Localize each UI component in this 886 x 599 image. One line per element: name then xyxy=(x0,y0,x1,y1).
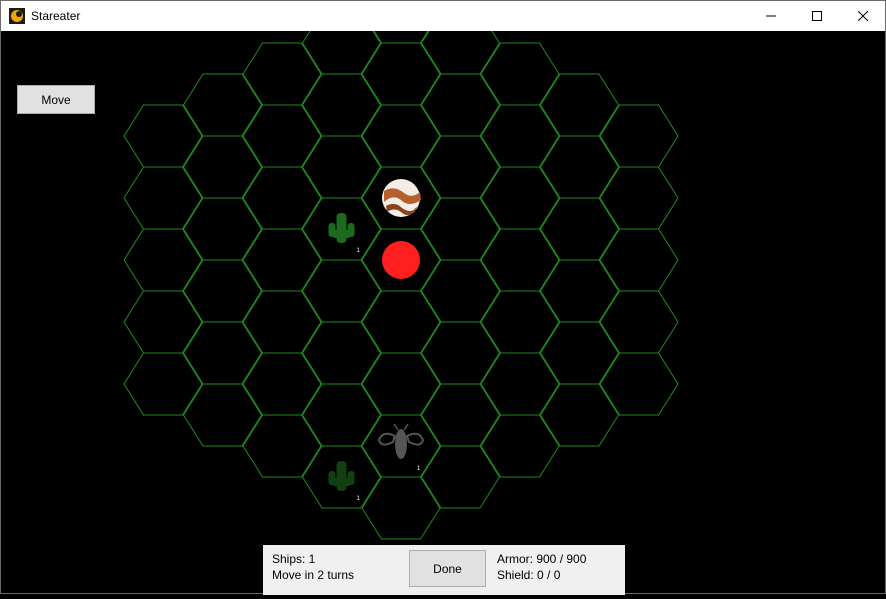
hex-cell[interactable] xyxy=(361,290,441,354)
hex-cell[interactable] xyxy=(123,166,203,230)
hex-cell[interactable] xyxy=(539,321,620,385)
hex-cell[interactable] xyxy=(242,290,322,354)
hex-cell[interactable] xyxy=(480,42,560,106)
hex-cell[interactable] xyxy=(420,321,501,385)
armor-label: Armor: 900 / 900 xyxy=(497,552,587,566)
hex-cell[interactable] xyxy=(242,352,322,416)
hex-cell[interactable] xyxy=(420,383,501,447)
hex-cell[interactable] xyxy=(182,135,263,199)
hex-cell[interactable] xyxy=(361,104,441,168)
star-icon[interactable] xyxy=(382,241,420,279)
move-button[interactable]: Move xyxy=(17,85,95,114)
hex-cell[interactable] xyxy=(539,383,620,447)
hex-grid[interactable]: 1 1 1 xyxy=(1,0,885,594)
hex-cell[interactable] xyxy=(599,352,679,416)
hex-cell[interactable] xyxy=(539,73,620,137)
hex-cell[interactable] xyxy=(599,228,679,292)
hex-cell[interactable] xyxy=(420,73,501,137)
hex-cell[interactable] xyxy=(480,414,560,478)
hex-cell[interactable] xyxy=(182,321,263,385)
hex-cell[interactable] xyxy=(361,42,441,106)
ships-count-label: Ships: 1 xyxy=(272,552,316,566)
hex-cell[interactable] xyxy=(123,290,203,354)
hex-cell[interactable] xyxy=(420,135,501,199)
done-button[interactable]: Done xyxy=(409,550,486,587)
game-window: Stareater 1 1 1 Move Ships: 1 Move in 2 tu… xyxy=(0,0,886,595)
planet-icon[interactable] xyxy=(382,179,421,217)
hex-cell[interactable] xyxy=(301,321,382,385)
hex-cell[interactable] xyxy=(182,197,263,261)
hex-cell[interactable] xyxy=(123,228,203,292)
hex-cell[interactable] xyxy=(420,197,501,261)
hex-cell[interactable] xyxy=(123,104,203,168)
hex-cell[interactable] xyxy=(361,352,441,416)
hex-cell[interactable] xyxy=(539,135,620,199)
hex-map[interactable]: 1 1 1 xyxy=(1,0,885,594)
hex-cell[interactable] xyxy=(242,166,322,230)
fleet-count-label: 1 xyxy=(417,466,421,472)
maximize-icon xyxy=(812,11,822,21)
hex-cell[interactable] xyxy=(301,11,382,75)
hex-cell[interactable] xyxy=(480,104,560,168)
fleet-count-label: 1 xyxy=(357,496,361,502)
hex-cell[interactable] xyxy=(420,445,501,509)
hex-cell[interactable] xyxy=(480,290,560,354)
minimize-button[interactable] xyxy=(748,1,794,31)
app-icon xyxy=(9,8,25,24)
maximize-button[interactable] xyxy=(794,1,840,31)
close-icon xyxy=(858,11,868,21)
green-ship-icon[interactable] xyxy=(328,213,355,243)
hex-cell[interactable] xyxy=(480,352,560,416)
hex-cell[interactable] xyxy=(301,259,382,323)
hex-cell[interactable] xyxy=(182,73,263,137)
title-bar: Stareater xyxy=(1,1,885,31)
dim-green-ship-icon[interactable] xyxy=(328,461,355,491)
fleet-info-panel: Ships: 1 Move in 2 turns Done Armor: 900… xyxy=(263,545,625,595)
hex-cell[interactable] xyxy=(301,135,382,199)
hex-cell[interactable] xyxy=(599,104,679,168)
gray-insect-ship-icon[interactable] xyxy=(377,423,425,459)
hex-cell[interactable] xyxy=(480,228,560,292)
shield-label: Shield: 0 / 0 xyxy=(497,568,561,582)
move-eta-label: Move in 2 turns xyxy=(272,568,355,582)
hex-cell[interactable] xyxy=(242,414,322,478)
hex-cell[interactable] xyxy=(420,11,501,75)
hex-cell[interactable] xyxy=(242,104,322,168)
close-button[interactable] xyxy=(840,1,886,31)
hex-cell[interactable] xyxy=(301,383,382,447)
hex-cell[interactable] xyxy=(123,352,203,416)
hex-cell[interactable] xyxy=(539,259,620,323)
hex-cell[interactable] xyxy=(539,197,620,261)
window-title: Stareater xyxy=(31,9,81,23)
hex-cell[interactable] xyxy=(182,383,263,447)
hex-cell[interactable] xyxy=(301,73,382,137)
hex-cell[interactable] xyxy=(361,476,441,540)
minimize-icon xyxy=(766,15,776,17)
hex-cell[interactable] xyxy=(242,228,322,292)
hex-cell[interactable] xyxy=(480,166,560,230)
fleet-count-label: 1 xyxy=(357,248,361,254)
hex-cell[interactable] xyxy=(599,166,679,230)
hex-cell[interactable] xyxy=(420,259,501,323)
hex-cell[interactable] xyxy=(182,259,263,323)
hex-cell[interactable] xyxy=(599,290,679,354)
hex-cell[interactable] xyxy=(242,42,322,106)
